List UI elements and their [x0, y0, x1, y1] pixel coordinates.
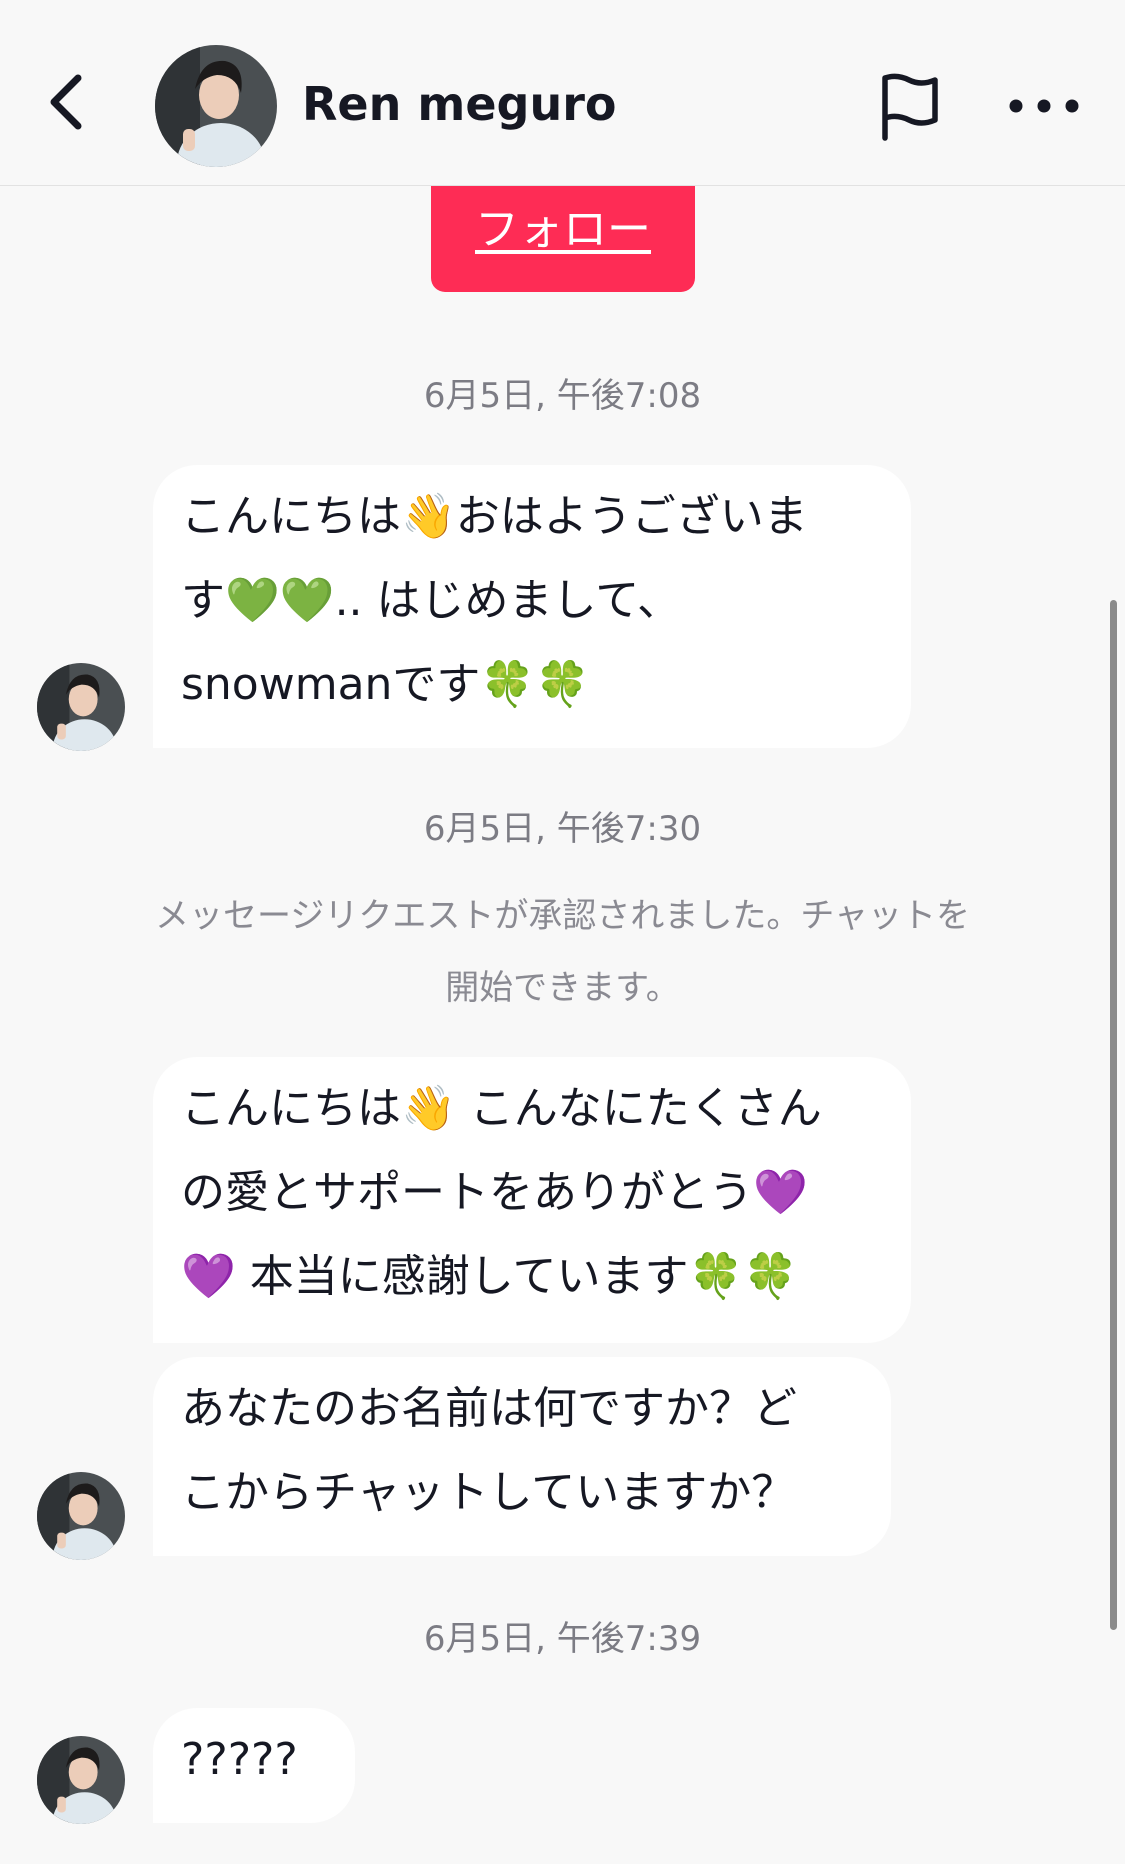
message-text: こんにちは👋おはようございま す💚💚.. はじめまして、 snowmanです🍀🍀 [181, 491, 808, 710]
avatar[interactable] [37, 663, 125, 751]
message-text: こんにちは👋 こんなにたくさん の愛とサポートをありがとう💜 💜 本当に感謝して… [181, 1083, 822, 1302]
profile-photo [37, 1736, 125, 1824]
message-bubble[interactable]: ????? [153, 1708, 355, 1823]
message-text: あなたのお名前は何ですか？ど こからチャットしていますか？ [181, 1383, 797, 1518]
message-bubble[interactable]: あなたのお名前は何ですか？ど こからチャットしていますか？ [153, 1357, 891, 1556]
profile-photo [155, 45, 277, 167]
avatar[interactable] [37, 1472, 125, 1560]
message-text: ????? [181, 1734, 298, 1785]
back-button[interactable] [40, 66, 96, 138]
chevron-left-icon [50, 74, 82, 130]
message-timestamp: 6月5日, 午後7:08 [423, 376, 702, 416]
chat-header: Ren meguro [0, 0, 1125, 186]
report-button[interactable] [873, 70, 945, 142]
system-message: メッセージリクエストが承認されました。チャットを開始できます。 [155, 896, 970, 1008]
contact-name[interactable]: Ren meguro [302, 76, 616, 132]
profile-photo [37, 663, 125, 751]
message-bubble[interactable]: こんにちは👋 こんなにたくさん の愛とサポートをありがとう💜 💜 本当に感謝して… [153, 1057, 911, 1343]
avatar[interactable] [155, 45, 277, 167]
more-options-button[interactable] [1004, 84, 1084, 128]
message-timestamp: 6月5日, 午後7:30 [423, 809, 702, 849]
avatar[interactable] [37, 1736, 125, 1824]
flag-icon [882, 73, 938, 141]
message-timestamp: 6月5日, 午後7:39 [423, 1619, 702, 1659]
message-bubble[interactable]: こんにちは👋おはようございま す💚💚.. はじめまして、 snowmanです🍀🍀 [153, 465, 911, 748]
more-horizontal-icon [1009, 99, 1079, 113]
scrollbar[interactable] [1110, 600, 1117, 1630]
follow-button-label: フォロー [475, 204, 651, 255]
profile-photo [37, 1472, 125, 1560]
